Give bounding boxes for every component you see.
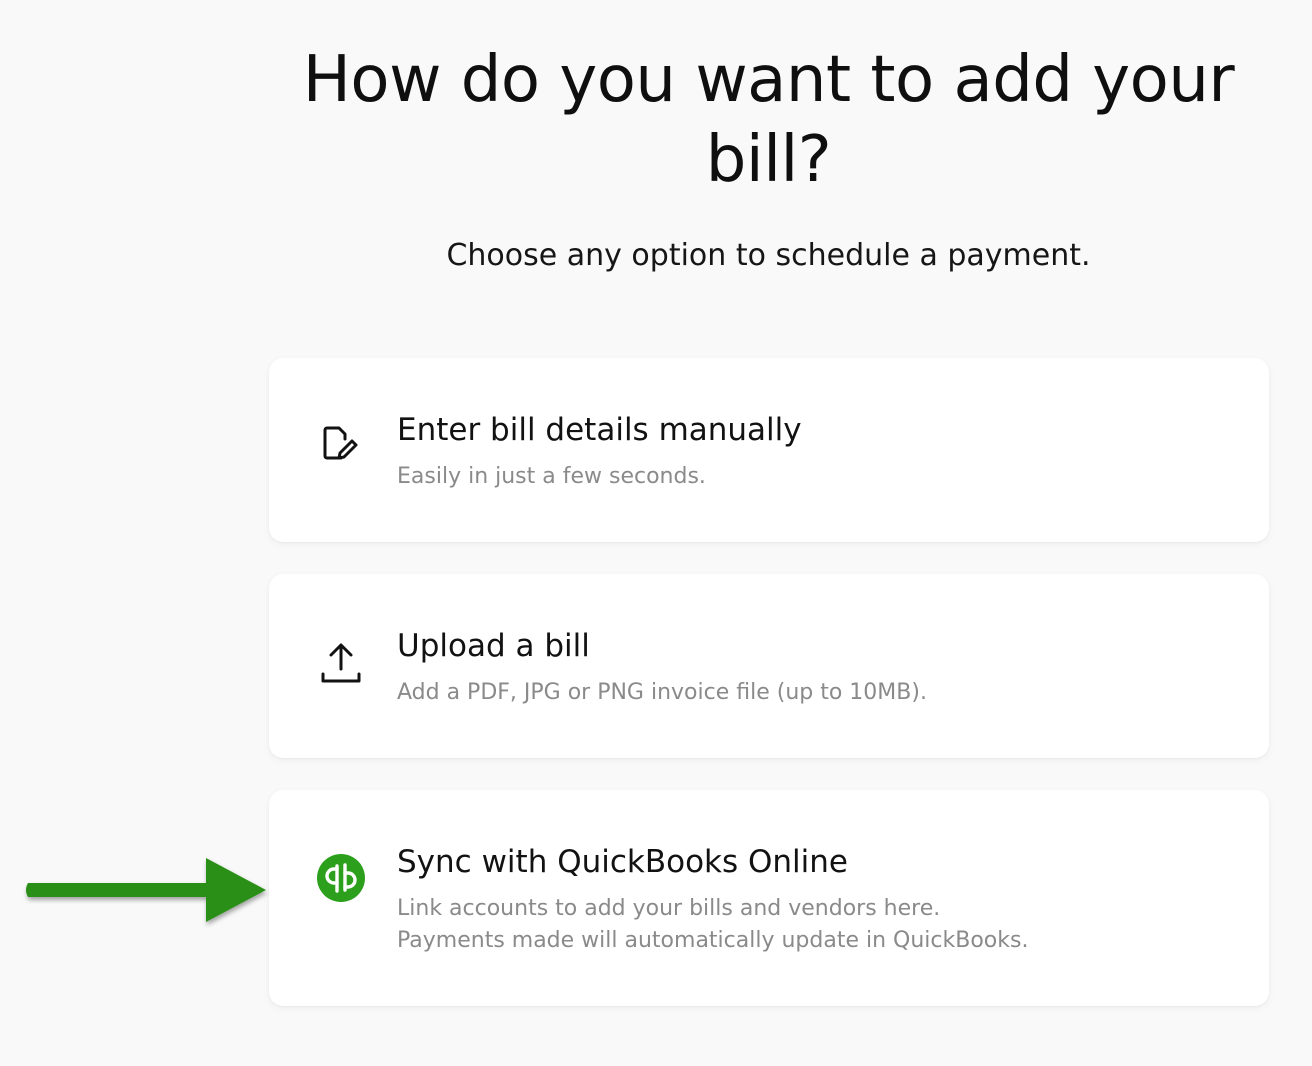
option-title: Enter bill details manually xyxy=(397,412,802,448)
option-card-upload-bill[interactable]: Upload a bill Add a PDF, JPG or PNG invo… xyxy=(269,574,1269,758)
option-description-line: Link accounts to add your bills and vend… xyxy=(397,896,941,921)
quickbooks-logo-icon xyxy=(317,854,365,902)
page-subtitle: Choose any option to schedule a payment. xyxy=(446,238,1091,273)
option-title: Sync with QuickBooks Online xyxy=(397,844,848,880)
option-description: Easily in just a few seconds. xyxy=(397,461,1237,493)
add-bill-page: How do you want to add your bill? Choose… xyxy=(0,0,1312,1066)
option-card-sync-quickbooks[interactable]: Sync with QuickBooks Online Link account… xyxy=(269,790,1269,1006)
option-card-enter-manually[interactable]: Enter bill details manually Easily in ju… xyxy=(269,358,1269,542)
upload-icon xyxy=(317,638,365,686)
option-description-line: Add a PDF, JPG or PNG invoice file (up t… xyxy=(397,680,927,705)
option-description-line: Easily in just a few seconds. xyxy=(397,464,706,489)
document-edit-icon xyxy=(317,422,365,470)
page-title: How do you want to add your bill? xyxy=(302,43,1235,197)
option-description-line: Payments made will automatically update … xyxy=(397,928,1029,953)
option-description: Add a PDF, JPG or PNG invoice file (up t… xyxy=(397,677,1237,709)
green-arrow-icon xyxy=(20,848,278,932)
option-description: Link accounts to add your bills and vend… xyxy=(397,893,1237,957)
option-title: Upload a bill xyxy=(397,628,590,664)
